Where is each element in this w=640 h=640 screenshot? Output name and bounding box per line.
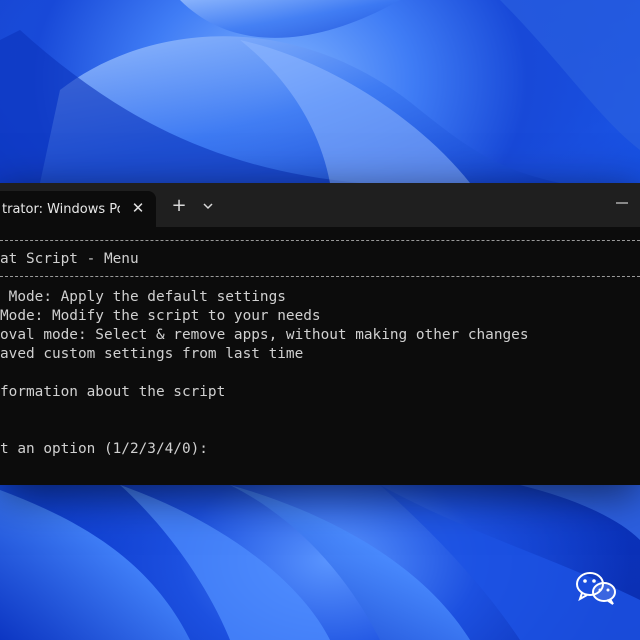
close-icon[interactable]: ✕ [130, 200, 146, 216]
menu-option-line: Mode: Apply the default settings [0, 289, 286, 305]
chevron-down-icon[interactable] [200, 197, 216, 215]
tab-bar: trator: Windows Powe ✕ + [0, 183, 640, 227]
terminal-output[interactable]: at Script - Menu Mode: Apply the default… [0, 227, 640, 485]
plus-icon[interactable]: + [170, 197, 188, 215]
tab-title: trator: Windows Powe [2, 201, 120, 217]
menu-title: at Script - Menu [0, 251, 139, 267]
terminal-tab[interactable]: trator: Windows Powe ✕ [0, 191, 156, 227]
separator-line [0, 240, 640, 241]
powershell-terminal-window[interactable]: trator: Windows Powe ✕ + at Script - Men… [0, 183, 640, 485]
menu-option-line: aved custom settings from last time [0, 346, 304, 362]
menu-option-line: Mode: Modify the script to your needs [0, 308, 321, 324]
wechat-logo-icon [574, 568, 624, 608]
input-prompt[interactable]: t an option (1/2/3/4/0): [0, 440, 208, 459]
separator-line [0, 276, 640, 277]
menu-option-line: formation about the script [0, 384, 226, 400]
minimize-icon[interactable] [612, 195, 632, 209]
menu-option-line: oval mode: Select & remove apps, without… [0, 327, 529, 343]
